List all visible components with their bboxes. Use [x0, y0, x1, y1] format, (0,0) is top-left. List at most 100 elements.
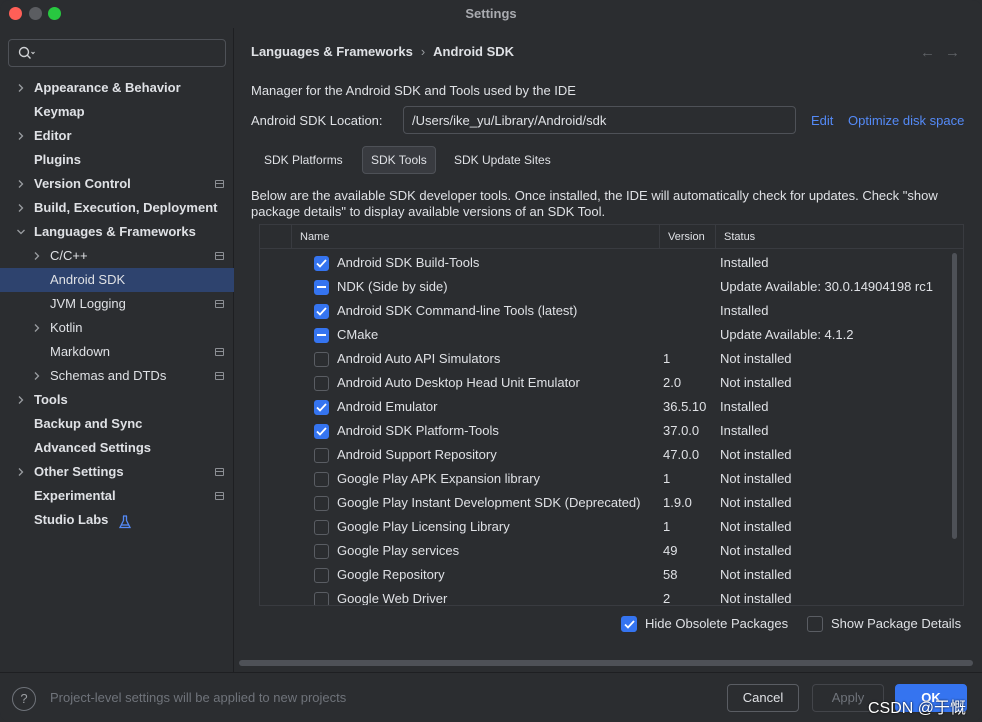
- table-row[interactable]: Android SDK Command-line Tools (latest) I…: [260, 299, 963, 323]
- forward-arrow-icon[interactable]: →: [945, 44, 970, 61]
- sidebar-item-android-sdk[interactable]: Android SDK: [0, 268, 234, 292]
- sidebar-item-label: Other Settings: [34, 464, 124, 479]
- column-header-version[interactable]: Version: [659, 225, 715, 249]
- sidebar-item-backup-and-sync[interactable]: Backup and Sync: [0, 412, 234, 436]
- table-row[interactable]: Android Support Repository 47.0.0 Not inst…: [260, 443, 963, 467]
- chevron-right-icon[interactable]: [31, 244, 43, 268]
- sidebar-item-keymap[interactable]: Keymap: [0, 100, 234, 124]
- table-row[interactable]: Android SDK Platform-Tools 37.0.0 Installe…: [260, 419, 963, 443]
- chevron-down-icon[interactable]: [15, 220, 27, 244]
- package-status: Not installed: [720, 591, 792, 606]
- edit-location-link[interactable]: Edit: [811, 113, 833, 128]
- settings-search-input[interactable]: [8, 39, 226, 67]
- table-header: Name Version Status: [260, 225, 963, 249]
- table-row[interactable]: Google Web Driver 2 Not installed: [260, 587, 963, 606]
- flask-icon: [118, 513, 132, 537]
- table-row[interactable]: Google Play Licensing Library 1 Not instal…: [260, 515, 963, 539]
- row-checkbox[interactable]: [314, 448, 329, 463]
- sdk-tools-info: Below are the available SDK developer to…: [251, 188, 938, 219]
- table-row[interactable]: Google Play Instant Development SDK (Dep…: [260, 491, 963, 515]
- package-version: 49: [663, 543, 678, 558]
- hide-obsolete-label: Hide Obsolete Packages: [645, 616, 789, 631]
- table-row[interactable]: Android SDK Build-Tools Installed: [260, 251, 963, 275]
- column-header-status[interactable]: Status: [715, 225, 963, 249]
- row-checkbox[interactable]: [314, 568, 329, 583]
- sidebar-item-studio-labs[interactable]: Studio Labs: [0, 508, 234, 532]
- tab-sdk-update-sites[interactable]: SDK Update Sites: [445, 146, 560, 174]
- table-row[interactable]: Android Auto Desktop Head Unit Emulator 2…: [260, 371, 963, 395]
- package-name: Google Repository: [337, 567, 445, 582]
- row-checkbox[interactable]: [314, 376, 329, 391]
- checkmark-icon: [316, 403, 327, 412]
- title-bar: Settings: [0, 0, 982, 28]
- row-checkbox[interactable]: [314, 424, 329, 439]
- optimize-disk-space-link[interactable]: Optimize disk space: [848, 113, 964, 128]
- row-checkbox[interactable]: [314, 304, 329, 319]
- package-version: 1: [663, 351, 671, 366]
- chevron-right-icon[interactable]: [31, 316, 43, 340]
- table-vertical-scrollbar[interactable]: [952, 253, 957, 539]
- sidebar-item-appearance-behavior[interactable]: Appearance & Behavior: [0, 76, 234, 100]
- sidebar-item-c-c[interactable]: C/C++: [0, 244, 234, 268]
- table-row[interactable]: Android Auto API Simulators 1 Not installe…: [260, 347, 963, 371]
- column-header-name[interactable]: Name: [291, 225, 659, 249]
- sdk-location-field[interactable]: /Users/ike_yu/Library/Android/sdk: [403, 106, 796, 134]
- table-row[interactable]: CMake Update Available: 4.1.2: [260, 323, 963, 347]
- table-row[interactable]: Google Play services 49 Not installed: [260, 539, 963, 563]
- chevron-right-icon[interactable]: [15, 460, 27, 484]
- indeterminate-icon: [317, 286, 326, 288]
- sidebar-item-version-control[interactable]: Version Control: [0, 172, 234, 196]
- sidebar-item-label: Advanced Settings: [34, 440, 152, 455]
- chevron-right-icon[interactable]: [15, 196, 27, 220]
- breadcrumb-separator: ›: [420, 44, 426, 59]
- sidebar-item-schemas-and-dtds[interactable]: Schemas and DTDs: [0, 364, 234, 388]
- row-checkbox[interactable]: [314, 472, 329, 487]
- table-row[interactable]: Android Emulator 36.5.10 Installed: [260, 395, 963, 419]
- sidebar-item-label: Markdown: [50, 344, 110, 359]
- hide-obsolete-checkbox-box[interactable]: [621, 616, 637, 632]
- page-description: Manager for the Android SDK and Tools us…: [251, 83, 576, 98]
- package-version: 1.9.0: [663, 495, 692, 510]
- row-checkbox[interactable]: [314, 592, 329, 605]
- row-checkbox[interactable]: [314, 496, 329, 511]
- package-status: Update Available: 4.1.2: [720, 327, 854, 342]
- row-checkbox[interactable]: [314, 400, 329, 415]
- sidebar-item-tools[interactable]: Tools: [0, 388, 234, 412]
- tab-sdk-tools[interactable]: SDK Tools: [362, 146, 436, 174]
- sidebar-item-label: Schemas and DTDs: [50, 368, 167, 383]
- row-checkbox[interactable]: [314, 328, 329, 343]
- sidebar-item-editor[interactable]: Editor: [0, 124, 234, 148]
- chevron-right-icon[interactable]: [15, 124, 27, 148]
- back-arrow-icon[interactable]: ←: [920, 44, 945, 61]
- sidebar-item-markdown[interactable]: Markdown: [0, 340, 234, 364]
- chevron-right-icon[interactable]: [15, 76, 27, 100]
- help-button[interactable]: ?: [12, 687, 36, 711]
- row-checkbox[interactable]: [314, 520, 329, 535]
- sidebar-item-languages-frameworks[interactable]: Languages & Frameworks: [0, 220, 234, 244]
- table-row[interactable]: NDK (Side by side) Update Available: 30.0…: [260, 275, 963, 299]
- content-horizontal-scrollbar[interactable]: [239, 660, 973, 666]
- chevron-right-icon[interactable]: [15, 388, 27, 412]
- show-details-checkbox-box[interactable]: [807, 616, 823, 632]
- tab-sdk-platforms[interactable]: SDK Platforms: [255, 146, 352, 174]
- table-row[interactable]: Google Play APK Expansion library 1 Not in…: [260, 467, 963, 491]
- sidebar-item-experimental[interactable]: Experimental: [0, 484, 234, 508]
- chevron-right-icon[interactable]: [15, 172, 27, 196]
- sidebar-item-jvm-logging[interactable]: JVM Logging: [0, 292, 234, 316]
- package-version: 37.0.0: [663, 423, 700, 438]
- breadcrumb: Languages & Frameworks › Android SDK: [251, 44, 514, 59]
- table-row[interactable]: Google Repository 58 Not installed: [260, 563, 963, 587]
- sidebar-item-advanced-settings[interactable]: Advanced Settings: [0, 436, 234, 460]
- sidebar-item-label: JVM Logging: [50, 296, 126, 311]
- row-checkbox[interactable]: [314, 544, 329, 559]
- sidebar-item-other-settings[interactable]: Other Settings: [0, 460, 234, 484]
- row-checkbox[interactable]: [314, 256, 329, 271]
- row-checkbox[interactable]: [314, 352, 329, 367]
- cancel-button[interactable]: Cancel: [727, 684, 799, 712]
- sidebar-item-kotlin[interactable]: Kotlin: [0, 316, 234, 340]
- sidebar-item-build-execution-deployment[interactable]: Build, Execution, Deployment: [0, 196, 234, 220]
- row-checkbox[interactable]: [314, 280, 329, 295]
- chevron-right-icon[interactable]: [31, 364, 43, 388]
- breadcrumb-parent[interactable]: Languages & Frameworks: [251, 44, 413, 59]
- sidebar-item-plugins[interactable]: Plugins: [0, 148, 234, 172]
